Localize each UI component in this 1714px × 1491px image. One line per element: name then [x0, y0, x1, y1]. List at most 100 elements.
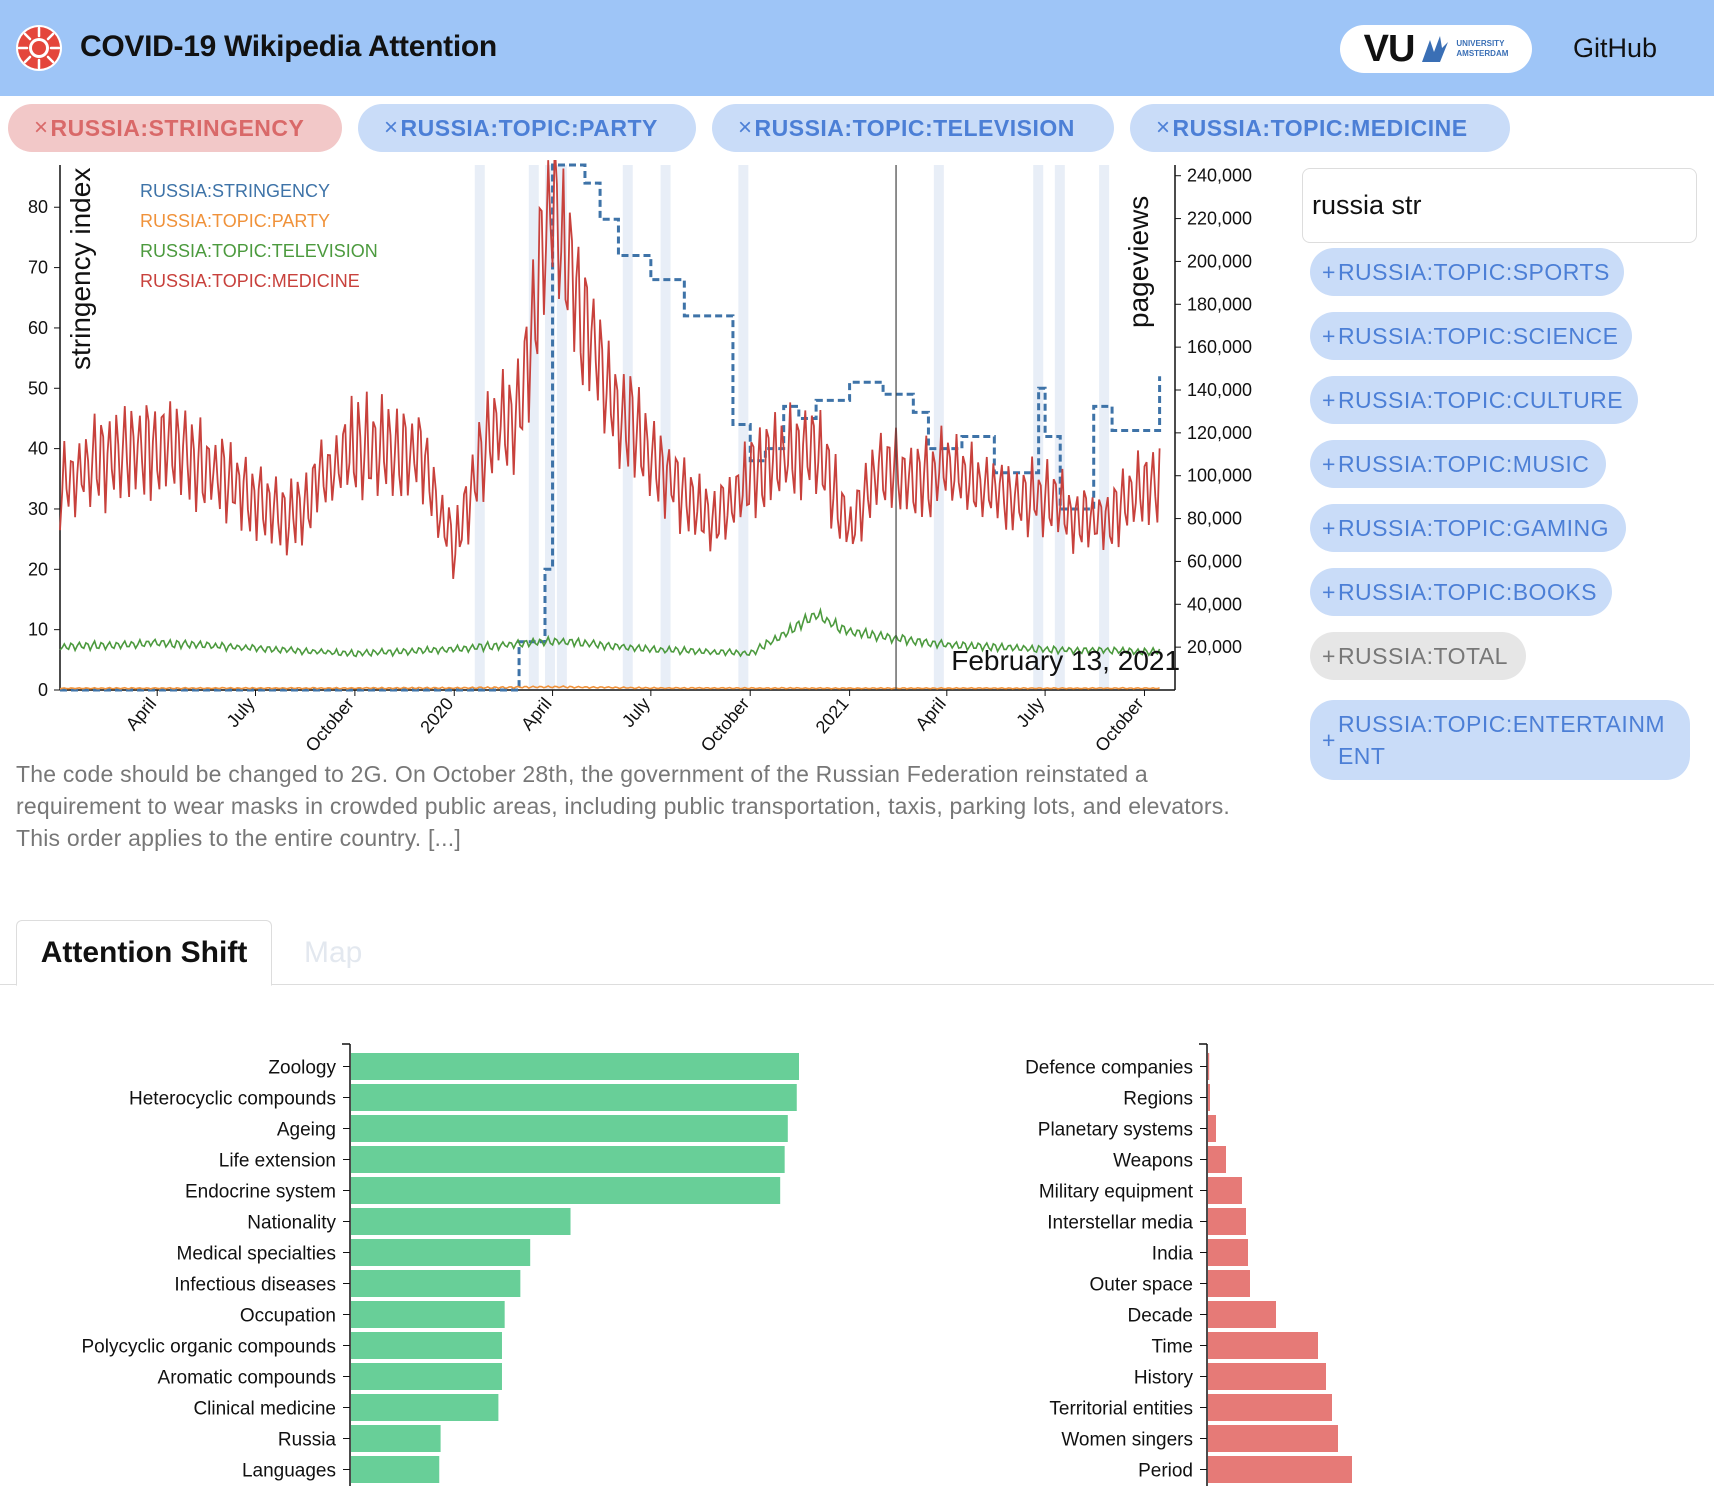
remove-icon[interactable]: ×: [384, 114, 399, 142]
x-axis-tick-label: July: [1012, 694, 1048, 731]
loss-chart-category-label: Interstellar media: [1047, 1213, 1193, 1234]
vu-logo-subtitle: UNIVERSITY AMSTERDAM: [1456, 39, 1509, 58]
right-axis-tick-label: 120,000: [1187, 423, 1252, 443]
suggestion-label: RUSSIA:TOPIC:SPORTS: [1337, 258, 1610, 285]
right-axis-title: pageviews: [1123, 196, 1154, 328]
remove-icon[interactable]: ×: [738, 114, 753, 142]
right-axis-tick-label: 100,000: [1187, 466, 1252, 486]
gain-chart-category-label: Zoology: [268, 1058, 336, 1079]
left-axis-tick-label: 10: [28, 620, 48, 640]
right-axis-tick-label: 200,000: [1187, 251, 1252, 271]
right-axis-tick-label: 140,000: [1187, 380, 1252, 400]
loss-chart-bar: [1208, 1053, 1210, 1080]
legend-entry: RUSSIA:TOPIC:MEDICINE: [140, 271, 360, 291]
tab-map[interactable]: Map: [304, 936, 362, 970]
suggestion-label: RUSSIA:TOPIC:CULTURE: [1337, 386, 1624, 413]
add-icon: +: [1322, 258, 1336, 285]
left-axis-tick-label: 20: [28, 559, 48, 579]
chip-label: RUSSIA:STRINGENCY: [50, 114, 305, 141]
event-band: [528, 165, 539, 690]
selected-chip-russia-topic-television[interactable]: × RUSSIA:TOPIC:TELEVISION: [712, 104, 1114, 152]
left-axis-tick-label: 70: [28, 258, 48, 278]
chip-label: RUSSIA:TOPIC:PARTY: [400, 114, 658, 141]
suggestion-russia-topic-gaming[interactable]: + RUSSIA:TOPIC:GAMING: [1310, 504, 1626, 552]
series-line-russia-topic-party: [59, 685, 1160, 690]
loss-chart-bar: [1208, 1177, 1242, 1204]
gain-chart-category-label: Heterocyclic compounds: [129, 1089, 336, 1110]
gain-chart-bar: [351, 1115, 788, 1142]
remove-icon[interactable]: ×: [34, 114, 49, 142]
gain-chart-category-label: Infectious diseases: [174, 1275, 336, 1296]
suggestion-russia-topic-science[interactable]: + RUSSIA:TOPIC:SCIENCE: [1310, 312, 1632, 360]
right-axis-tick-label: 240,000: [1187, 166, 1252, 186]
suggestion-label: RUSSIA:TOPIC:GAMING: [1337, 514, 1609, 541]
gain-chart-bar: [351, 1332, 502, 1359]
loss-chart-category-label: Defence companies: [1025, 1058, 1193, 1079]
add-icon: +: [1322, 642, 1336, 669]
griffin-icon: [1422, 36, 1449, 62]
loss-chart-category-label: Planetary systems: [1038, 1120, 1193, 1141]
gain-chart-category-label: Ageing: [277, 1120, 336, 1141]
timeseries-chart[interactable]: 0 10 20 30 40 50 60 70 80 20,000 40,000 60,000 80,00…: [0, 143, 1290, 770]
gain-chart-category-label: Aromatic compounds: [158, 1368, 336, 1389]
legend-entry: RUSSIA:TOPIC:PARTY: [140, 211, 330, 231]
suggestion-russia-total[interactable]: + RUSSIA:TOTAL: [1310, 632, 1526, 680]
gain-chart-category-label: Medical specialties: [177, 1244, 336, 1265]
loss-chart-category-label: Period: [1138, 1461, 1193, 1482]
app-header: COVID-19 Wikipedia Attention VU UNIVERSI…: [0, 0, 1714, 96]
gain-chart-bar: [351, 1084, 797, 1111]
remove-icon[interactable]: ×: [1156, 114, 1171, 142]
left-axis-tick-label: 50: [28, 378, 48, 398]
loss-chart-bar: [1208, 1425, 1338, 1452]
loss-chart-bar: [1208, 1363, 1326, 1390]
left-axis-tick-label: 80: [28, 197, 48, 217]
loss-chart-bar: [1208, 1394, 1332, 1421]
github-link[interactable]: GitHub: [1573, 33, 1657, 64]
loss-chart-category-label: Regions: [1123, 1089, 1193, 1110]
suggestion-label: RUSSIA:TOPIC:MUSIC: [1337, 450, 1590, 477]
left-axis-tick-label: 0: [38, 680, 48, 700]
right-axis-tick-label: 220,000: [1187, 209, 1252, 229]
add-icon: +: [1322, 322, 1336, 349]
legend-entry: RUSSIA:STRINGENCY: [140, 181, 330, 201]
vu-logo-text: VU: [1363, 27, 1416, 70]
add-icon: +: [1322, 726, 1336, 753]
gain-chart-category-label: Languages: [242, 1461, 336, 1482]
selected-chip-russia-topic-medicine[interactable]: × RUSSIA:TOPIC:MEDICINE: [1130, 104, 1510, 152]
suggestion-russia-topic-music[interactable]: + RUSSIA:TOPIC:MUSIC: [1310, 440, 1606, 488]
loss-chart-bar: [1208, 1239, 1248, 1266]
suggestion-russia-topic-sports[interactable]: + RUSSIA:TOPIC:SPORTS: [1310, 248, 1624, 296]
gain-chart-category-label: Occupation: [240, 1306, 336, 1327]
gain-chart-bar: [351, 1239, 531, 1266]
suggestion-label: RUSSIA:TOPIC:SCIENCE: [1337, 322, 1619, 349]
tab-attention-shift[interactable]: Attention Shift: [16, 920, 272, 986]
suggestion-label: RUSSIA:TOPIC:ENTERTAINMENT: [1337, 711, 1666, 769]
event-band: [660, 165, 671, 690]
left-axis-tick-label: 60: [28, 318, 48, 338]
x-axis-tick-label: October: [697, 694, 753, 756]
chip-label: RUSSIA:TOPIC:MEDICINE: [1172, 114, 1468, 141]
selected-chip-russia-topic-party[interactable]: × RUSSIA:TOPIC:PARTY: [358, 104, 696, 152]
loss-chart-category-label: Decade: [1128, 1306, 1194, 1327]
x-axis-tick-label: 2020: [416, 694, 457, 738]
suggestion-russia-topic-culture[interactable]: + RUSSIA:TOPIC:CULTURE: [1310, 376, 1638, 424]
gain-chart-category-label: Life extension: [219, 1151, 336, 1172]
selected-chip-russia-stringency[interactable]: × RUSSIA:STRINGENCY: [8, 104, 342, 152]
right-axis-tick-label: 40,000: [1187, 594, 1242, 614]
suggestion-russia-topic-books[interactable]: + RUSSIA:TOPIC:BOOKS: [1310, 568, 1612, 616]
event-band: [738, 165, 749, 690]
timeseries-svg[interactable]: 0 10 20 30 40 50 60 70 80 20,000 40,000 60,000 80,00…: [0, 143, 1290, 770]
x-axis-tick-label: October: [301, 694, 357, 756]
suggestion-russia-topic-entertainment[interactable]: + RUSSIA:TOPIC:ENTERTAINMENT: [1310, 700, 1690, 780]
loss-chart-bar: [1208, 1146, 1226, 1173]
right-axis-tick-label: 60,000: [1187, 551, 1242, 571]
right-axis-tick-label: 80,000: [1187, 509, 1242, 529]
vu-university-logo[interactable]: VU UNIVERSITY AMSTERDAM: [1340, 25, 1532, 73]
right-axis-tick-label: 160,000: [1187, 337, 1252, 357]
x-axis-tick-label: July: [223, 694, 259, 731]
x-axis-tick-label: July: [618, 694, 654, 731]
gain-chart-bar: [351, 1146, 785, 1173]
legend-entry: RUSSIA:TOPIC:TELEVISION: [140, 241, 378, 261]
gain-chart-bar: [351, 1363, 502, 1390]
series-search-input[interactable]: russia str: [1302, 168, 1697, 243]
